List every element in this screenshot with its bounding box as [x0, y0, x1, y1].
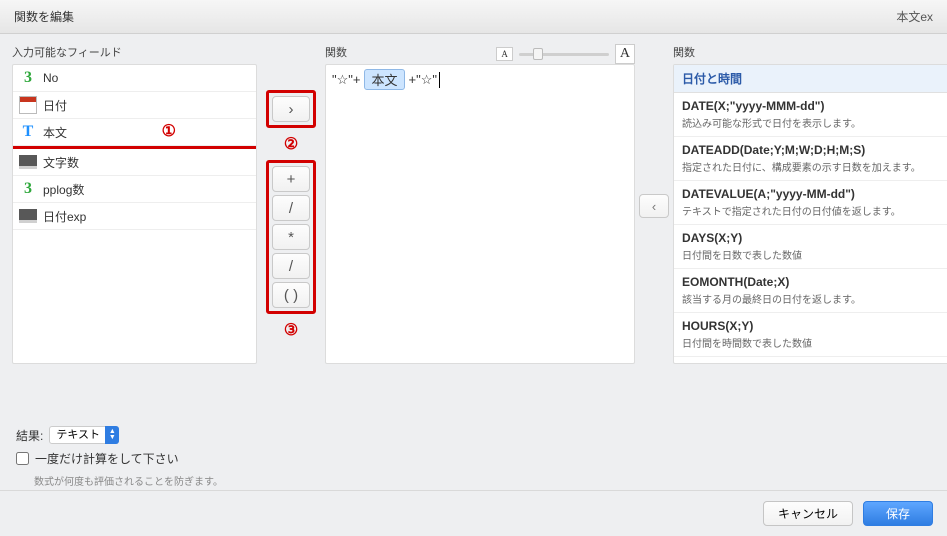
- calc-icon: [19, 153, 37, 171]
- calc-icon: [19, 207, 37, 225]
- func-item-hours[interactable]: HOURS(X;Y) 日付間を時間数で表した数値: [674, 313, 947, 357]
- field-token-body[interactable]: 本文: [364, 69, 404, 90]
- number-icon: 3: [19, 69, 37, 87]
- calc-once-checkbox[interactable]: [16, 452, 29, 465]
- result-label: 結果:: [16, 427, 43, 444]
- functions-list[interactable]: 日付と時間 DATE(X;"yyyy-MMM-dd") 読込み可能な形式で日付を…: [673, 64, 947, 364]
- insert-function-button[interactable]: ‹: [639, 194, 669, 218]
- operator-column: › ② + / * / ( ) ③: [261, 44, 321, 420]
- insert-field-button[interactable]: ›: [272, 96, 310, 122]
- field-name: No: [43, 71, 58, 85]
- annotation-two: ②: [284, 134, 298, 154]
- text-icon: T: [19, 123, 37, 141]
- date-icon: [19, 96, 37, 114]
- op-divide-button[interactable]: /: [272, 195, 310, 221]
- op-paren-button[interactable]: ( ): [272, 282, 310, 308]
- func-name: DAYS(X;Y): [682, 231, 947, 245]
- calc-once-label: 一度だけ計算をして下さい: [35, 450, 179, 467]
- field-name: 文字数: [43, 154, 79, 171]
- funcs-label: 関数: [673, 44, 947, 60]
- annotation-box-insert: ›: [266, 90, 316, 128]
- nav-column: ‹: [639, 44, 669, 420]
- calc-once-row[interactable]: 一度だけ計算をして下さい: [16, 450, 931, 467]
- func-name: DATEADD(Date;Y;M;W;D;H;M;S): [682, 143, 947, 157]
- field-name: pplog数: [43, 181, 84, 198]
- field-row-charcount[interactable]: 文字数: [13, 149, 256, 176]
- func-name: DATE(X;"yyyy-MMM-dd"): [682, 99, 947, 113]
- field-row-pplog[interactable]: 3 pplog数: [13, 176, 256, 203]
- editor-header: 関数 A A: [325, 44, 635, 64]
- result-type-select-wrap: テキスト ▲▼: [49, 426, 119, 444]
- font-large-icon: A: [615, 44, 635, 64]
- result-type-row: 結果: テキスト ▲▼: [16, 426, 931, 444]
- dialog-title: 関数を編集: [14, 8, 74, 25]
- field-row-body[interactable]: T 本文 ①: [13, 119, 256, 146]
- func-desc: 日付間を時間数で表した数値: [682, 335, 947, 350]
- expression-editor[interactable]: "☆"+ 本文 +"☆": [325, 64, 635, 364]
- select-arrows-icon: ▲▼: [105, 426, 119, 444]
- expr-label: 関数: [325, 44, 347, 60]
- func-item-dateadd[interactable]: DATEADD(Date;Y;M;W;D;H;M;S) 指定された日付に、構成要…: [674, 137, 947, 181]
- number-icon: 3: [19, 180, 37, 198]
- func-desc: 日付間を日数で表した数値: [682, 247, 947, 262]
- op-multiply-button[interactable]: *: [272, 224, 310, 250]
- titlebar: 関数を編集 本文ex: [0, 0, 947, 34]
- func-desc: 該当する月の最終日の日付を返します。: [682, 291, 947, 306]
- func-desc: 読込み可能な形式で日付を表示します。: [682, 115, 947, 130]
- fields-list[interactable]: 3 No 日付 T 本文 ① 文字数 3: [12, 64, 257, 364]
- font-size-slider-group: A A: [496, 44, 635, 64]
- field-name: 日付exp: [43, 208, 86, 225]
- field-row-date[interactable]: 日付: [13, 92, 256, 119]
- fields-column: 入力可能なフィールド 3 No 日付 T 本文 ① 文字数: [12, 44, 257, 420]
- field-name: 日付: [43, 97, 67, 114]
- fields-label: 入力可能なフィールド: [12, 44, 257, 60]
- field-name: 本文: [43, 124, 67, 141]
- save-button[interactable]: 保存: [863, 501, 933, 526]
- cancel-button[interactable]: キャンセル: [763, 501, 853, 526]
- func-item-datevalue[interactable]: DATEVALUE(A;"yyyy-MM-dd") テキストで指定された日付の日…: [674, 181, 947, 225]
- text-cursor: [439, 72, 440, 88]
- annotation-box-operators: + / * / ( ): [266, 160, 316, 314]
- expression-column: 関数 A A "☆"+ 本文 +"☆": [325, 44, 635, 420]
- dialog-footer: キャンセル 保存: [0, 490, 947, 536]
- field-row-dateexp[interactable]: 日付exp: [13, 203, 256, 230]
- functions-column: 関数 日付と時間 DATE(X;"yyyy-MMM-dd") 読込み可能な形式で…: [673, 44, 947, 420]
- op-plus-button[interactable]: +: [272, 166, 310, 192]
- dialog-body: 入力可能なフィールド 3 No 日付 T 本文 ① 文字数: [0, 34, 947, 424]
- annotation-three: ③: [284, 320, 298, 340]
- font-small-icon: A: [496, 47, 513, 61]
- annotation-one: ①: [162, 121, 176, 141]
- func-desc: テキストで指定された日付の日付値を返します。: [682, 203, 947, 218]
- field-context-name: 本文ex: [896, 8, 933, 25]
- func-name: DATEVALUE(A;"yyyy-MM-dd"): [682, 187, 947, 201]
- func-item-date[interactable]: DATE(X;"yyyy-MMM-dd") 読込み可能な形式で日付を表示します。: [674, 93, 947, 137]
- func-name: EOMONTH(Date;X): [682, 275, 947, 289]
- expr-literal-prefix: "☆"+: [332, 72, 360, 88]
- edit-function-dialog: 関数を編集 本文ex 入力可能なフィールド 3 No 日付 T 本文 ①: [0, 0, 947, 536]
- func-item-days[interactable]: DAYS(X;Y) 日付間を日数で表した数値: [674, 225, 947, 269]
- func-desc: 指定された日付に、構成要素の示す日数を加えます。: [682, 159, 947, 174]
- op-divide2-button[interactable]: /: [272, 253, 310, 279]
- result-options: 結果: テキスト ▲▼ 一度だけ計算をして下さい 数式が何度も評価されることを防…: [0, 424, 947, 490]
- func-category-date[interactable]: 日付と時間: [674, 65, 947, 93]
- font-size-slider[interactable]: [519, 53, 609, 56]
- expr-literal-suffix: +"☆": [409, 72, 437, 88]
- func-item-eomonth[interactable]: EOMONTH(Date;X) 該当する月の最終日の日付を返します。: [674, 269, 947, 313]
- calc-once-hint: 数式が何度も評価されることを防ぎます。: [34, 473, 931, 488]
- expression-content: "☆"+ 本文 +"☆": [332, 69, 628, 90]
- func-name: HOURS(X;Y): [682, 319, 947, 333]
- field-row-no[interactable]: 3 No: [13, 65, 256, 92]
- slider-thumb[interactable]: [533, 48, 543, 60]
